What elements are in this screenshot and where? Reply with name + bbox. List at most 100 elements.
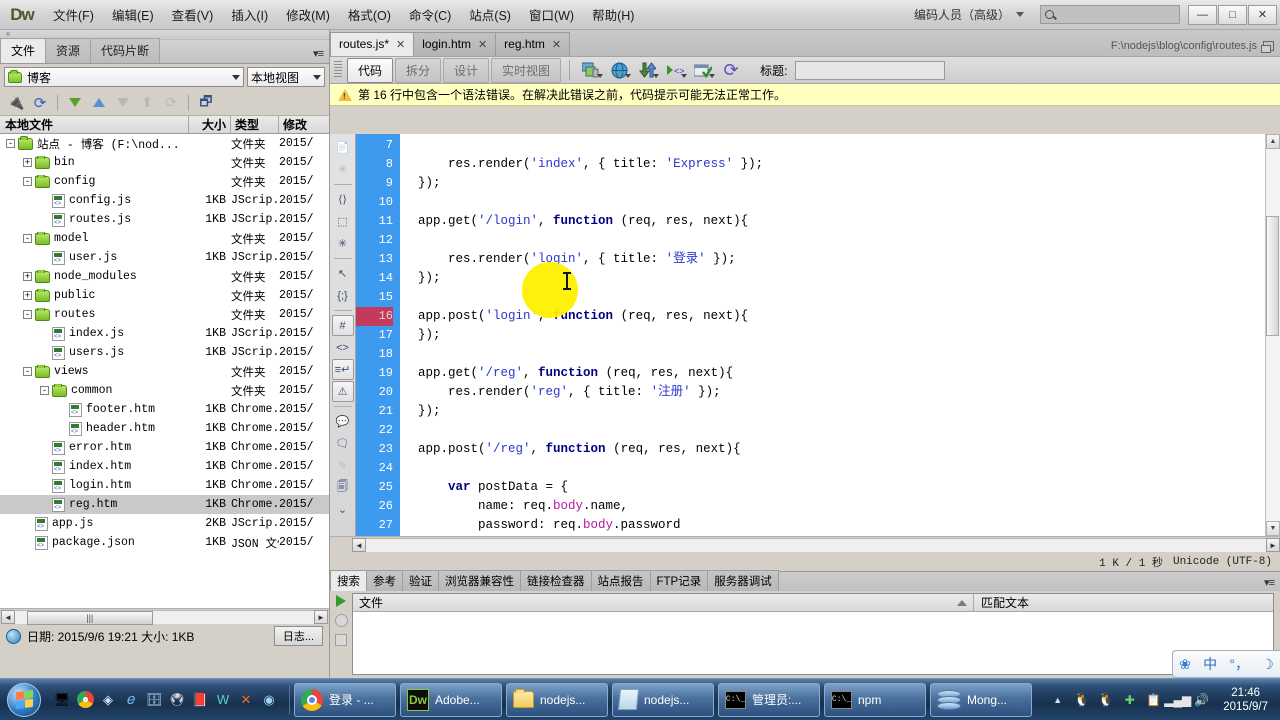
panel-options-icon[interactable]: ▾≡: [313, 47, 324, 63]
results-tab-search[interactable]: 搜索: [330, 570, 367, 591]
file-tree-row[interactable]: - common 文件夹 2015/: [0, 381, 329, 400]
menu-insert[interactable]: 插入(I): [222, 2, 277, 27]
validate-markup-icon[interactable]: [690, 59, 716, 81]
highlight-invalid-code-icon[interactable]: <>: [332, 337, 354, 358]
menu-window[interactable]: 窗口(W): [520, 2, 583, 27]
get-files-icon[interactable]: [64, 92, 86, 114]
results-tab-ftp-log[interactable]: FTP记录: [649, 570, 709, 591]
file-tree-row[interactable]: index.js 1KB JScrip...2015/: [0, 324, 329, 343]
menu-view[interactable]: 查看(V): [163, 2, 223, 27]
internet-explorer-icon[interactable]: 𝑒: [121, 690, 141, 710]
expand-icon[interactable]: +: [23, 272, 32, 281]
results-tab-browser-compat[interactable]: 浏览器兼容性: [438, 570, 521, 591]
more-tools-icon[interactable]: ⌄: [332, 499, 354, 520]
file-tree-row[interactable]: routes.js 1KB JScrip...2015/: [0, 210, 329, 229]
file-tree-row[interactable]: app.js 2KB JScrip...2015/: [0, 514, 329, 533]
code-line[interactable]: [400, 136, 1265, 155]
file-tree-row[interactable]: - config 文件夹 2015/: [0, 172, 329, 191]
put-files-icon[interactable]: [88, 92, 110, 114]
close-button[interactable]: ✕: [1248, 4, 1277, 25]
doc-tab-login-htm[interactable]: login.htm ✕: [413, 32, 497, 56]
show-hidden-icons-icon[interactable]: ▲: [1049, 691, 1066, 708]
file-tree-row[interactable]: - views 文件夹 2015/: [0, 362, 329, 381]
collapse-selection-icon[interactable]: ⟨⟩: [332, 189, 354, 210]
code-navigator-icon[interactable]: <>: [662, 59, 688, 81]
code-line[interactable]: });: [400, 174, 1265, 193]
pdf-reader-icon[interactable]: 📕: [190, 690, 210, 710]
line-number[interactable]: 25: [356, 478, 393, 497]
taskbar-item-npm[interactable]: C:\_ npm: [824, 682, 926, 717]
remove-comment-icon[interactable]: 🗨: [332, 433, 354, 454]
qq-icon[interactable]: 🐧: [1097, 691, 1114, 708]
scroll-right-icon[interactable]: ►: [1266, 538, 1280, 552]
expand-panel-icon[interactable]: 🗗: [195, 92, 217, 114]
file-tree-row[interactable]: + bin 文件夹 2015/: [0, 153, 329, 172]
run-search-icon[interactable]: [336, 595, 346, 607]
sort-ascending-icon[interactable]: [957, 599, 967, 606]
line-number[interactable]: 24: [356, 459, 393, 478]
code-line[interactable]: [400, 459, 1265, 478]
start-button[interactable]: [2, 681, 46, 719]
results-tab-reference[interactable]: 参考: [366, 570, 403, 591]
line-number[interactable]: 15: [356, 288, 393, 307]
file-tree-row[interactable]: footer.htm 1KB Chrome...2015/: [0, 400, 329, 419]
file-tree-row[interactable]: header.htm 1KB Chrome...2015/: [0, 419, 329, 438]
code-line[interactable]: var postData = {: [400, 478, 1265, 497]
scroll-left-icon[interactable]: ◄: [352, 538, 366, 552]
media-app-icon[interactable]: ◉: [259, 690, 279, 710]
balance-braces-icon[interactable]: ↖: [332, 263, 354, 284]
editor-vertical-scrollbar[interactable]: ▲ ▼: [1265, 134, 1280, 536]
code-line[interactable]: });: [400, 402, 1265, 421]
close-icon[interactable]: ✕: [478, 38, 487, 51]
show-desktop-icon[interactable]: 🖥: [52, 690, 72, 710]
view-code-button[interactable]: 代码: [347, 57, 394, 83]
360-safeguard-icon[interactable]: ✚: [1121, 691, 1138, 708]
menu-format[interactable]: 格式(O): [339, 2, 400, 27]
file-tree-row[interactable]: login.htm 1KB Chrome...2015/: [0, 476, 329, 495]
open-documents-icon[interactable]: 📄: [332, 137, 354, 158]
line-number[interactable]: 27: [356, 516, 393, 535]
line-number[interactable]: 18: [356, 345, 393, 364]
file-tree-row[interactable]: user.js 1KB JScrip...2015/: [0, 248, 329, 267]
syntax-error-alert-icon[interactable]: ⚠: [331, 381, 354, 402]
collapse-icon[interactable]: -: [6, 139, 15, 148]
tab-files[interactable]: 文件: [0, 38, 47, 63]
line-number[interactable]: 17: [356, 326, 393, 345]
log-button[interactable]: 日志...: [273, 626, 323, 646]
code-line[interactable]: app.get('/reg', function (req, res, next…: [400, 364, 1265, 383]
scroll-track[interactable]: [366, 538, 1266, 552]
column-type[interactable]: 类型: [231, 116, 279, 133]
scroll-up-icon[interactable]: ▲: [1266, 134, 1280, 149]
file-tree-row[interactable]: - routes 文件夹 2015/: [0, 305, 329, 324]
taskbar-item-notepad[interactable]: nodejs...: [612, 682, 714, 717]
page-title-input[interactable]: [795, 60, 946, 80]
taskbar-clock[interactable]: 21:46 2015/9/7: [1217, 686, 1274, 714]
results-tab-site-reports[interactable]: 站点报告: [590, 570, 651, 591]
collapse-icon[interactable]: -: [23, 234, 32, 243]
collapse-icon[interactable]: -: [23, 310, 32, 319]
line-number[interactable]: 19: [356, 364, 393, 383]
scroll-right-icon[interactable]: ►: [314, 610, 328, 624]
close-icon[interactable]: ✕: [396, 38, 405, 51]
file-tree-row[interactable]: - 站点 - 博客 (F:\nod... 文件夹 2015/: [0, 134, 329, 153]
results-tab-link-checker[interactable]: 链接检查器: [520, 570, 592, 591]
taskbar-item-dreamweaver[interactable]: Dw Adobe...: [400, 682, 502, 717]
collapse-icon[interactable]: -: [40, 386, 49, 395]
line-number[interactable]: 20: [356, 383, 393, 402]
baidu-paw-icon[interactable]: ❀: [1179, 656, 1191, 673]
clipboard-icon[interactable]: 📋: [1145, 691, 1162, 708]
scroll-track[interactable]: [1266, 149, 1280, 521]
refresh-icon[interactable]: ⟳: [29, 92, 51, 114]
code-line[interactable]: [400, 421, 1265, 440]
taskbar-item-admin-cmd[interactable]: C:\_ 管理员:...: [718, 682, 820, 717]
ime-toolbar[interactable]: ❀ 中 °， ☽: [1172, 650, 1280, 678]
files-horizontal-scrollbar[interactable]: ◄ ||| ►: [0, 608, 329, 625]
ime-language-toggle[interactable]: 中: [1203, 654, 1217, 674]
code-line[interactable]: name: req.body.name,: [400, 497, 1265, 516]
scroll-down-icon[interactable]: ▼: [1266, 521, 1280, 536]
menu-site[interactable]: 站点(S): [460, 2, 520, 27]
results-tab-validation[interactable]: 验证: [402, 570, 439, 591]
code-line[interactable]: app.post('/reg', function (req, res, nex…: [400, 440, 1265, 459]
code-text-area[interactable]: res.render('index', { title: 'Express' }…: [400, 134, 1265, 536]
file-tree-row[interactable]: error.htm 1KB Chrome...2015/: [0, 438, 329, 457]
